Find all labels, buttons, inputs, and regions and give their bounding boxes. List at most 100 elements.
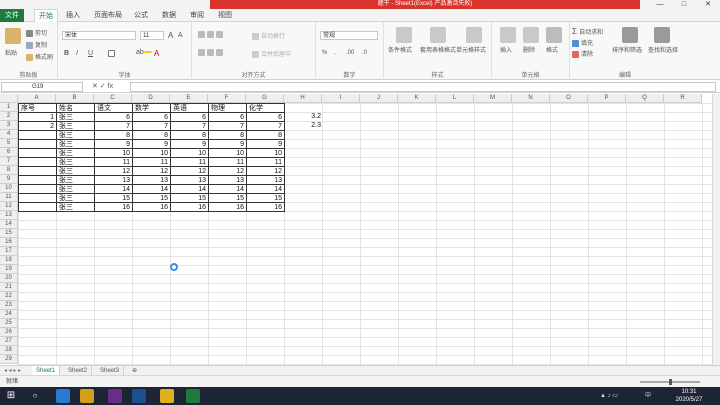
- column-header-k[interactable]: K: [398, 94, 436, 103]
- row-header-9[interactable]: 9: [0, 175, 18, 184]
- column-header-j[interactable]: J: [360, 94, 398, 103]
- merge-center-button[interactable]: 合并后居中: [252, 49, 291, 58]
- column-header-d[interactable]: D: [132, 94, 170, 103]
- cell-f12[interactable]: 16: [208, 202, 247, 212]
- column-header-r[interactable]: R: [664, 94, 702, 103]
- row-header-26[interactable]: 26: [0, 328, 18, 337]
- table-format-button[interactable]: 套用表格格式: [420, 45, 456, 54]
- cell-c12[interactable]: 16: [94, 202, 133, 212]
- row-header-23[interactable]: 23: [0, 301, 18, 310]
- find-select-button[interactable]: 查找和选择: [648, 45, 678, 54]
- clear-button[interactable]: 清除: [572, 49, 593, 58]
- cell-styles-button[interactable]: 单元格样式: [456, 45, 486, 54]
- fill-color-button[interactable]: ab: [136, 49, 154, 56]
- column-header-o[interactable]: O: [550, 94, 588, 103]
- ime-indicator[interactable]: 中: [645, 387, 651, 405]
- cell-d12[interactable]: 16: [132, 202, 171, 212]
- font-color-button[interactable]: A: [154, 49, 159, 58]
- tab-insert[interactable]: 插入: [62, 9, 84, 22]
- zoom-slider-handle[interactable]: [669, 379, 672, 385]
- row-header-22[interactable]: 22: [0, 292, 18, 301]
- row-header-12[interactable]: 12: [0, 202, 18, 211]
- formula-icons[interactable]: ✕ ✓ fx: [92, 82, 113, 92]
- column-header-i[interactable]: I: [322, 94, 360, 103]
- column-header-h[interactable]: H: [284, 94, 322, 103]
- row-header-8[interactable]: 8: [0, 166, 18, 175]
- maximize-button[interactable]: □: [676, 0, 692, 9]
- column-header-m[interactable]: M: [474, 94, 512, 103]
- align-left-button[interactable]: [198, 49, 225, 56]
- photoshop-icon[interactable]: [132, 389, 146, 403]
- decrease-decimal-button[interactable]: .0: [362, 50, 367, 56]
- fill-button[interactable]: 填充: [572, 38, 593, 47]
- cell-area[interactable]: 序号 姓名 语文 数学 英语 物理 化学 1 2 张三 张三 张三 张三 张三 张三 张三 张三 张三 张三 张三 6 7…: [18, 103, 720, 365]
- row-header-25[interactable]: 25: [0, 319, 18, 328]
- bold-button[interactable]: B: [64, 50, 69, 57]
- cell-a12[interactable]: [18, 202, 57, 212]
- clock[interactable]: 10:31 2020/5/27: [668, 388, 710, 404]
- copy-button[interactable]: 复制: [26, 40, 47, 49]
- row-header-7[interactable]: 7: [0, 157, 18, 166]
- comma-button[interactable]: ,: [334, 50, 336, 56]
- cut-button[interactable]: 剪切: [26, 28, 47, 37]
- tab-page-layout[interactable]: 页面布局: [90, 9, 126, 22]
- search-icon[interactable]: ○: [28, 389, 42, 403]
- row-header-20[interactable]: 20: [0, 274, 18, 283]
- format-cells-button[interactable]: 格式: [546, 45, 558, 54]
- tab-data[interactable]: 数据: [158, 9, 180, 22]
- row-header-5[interactable]: 5: [0, 139, 18, 148]
- delete-cells-button[interactable]: 删除: [523, 45, 535, 54]
- formula-input[interactable]: [130, 82, 716, 92]
- row-header-11[interactable]: 11: [0, 193, 18, 202]
- row-header-24[interactable]: 24: [0, 310, 18, 319]
- wrap-text-button[interactable]: 自动换行: [252, 31, 285, 40]
- column-header-l[interactable]: L: [436, 94, 474, 103]
- top-align-button[interactable]: [198, 31, 225, 38]
- cell-g12[interactable]: 16: [246, 202, 285, 212]
- shrink-font-button[interactable]: A: [178, 32, 183, 39]
- paste-button[interactable]: 粘贴: [5, 48, 17, 57]
- column-header-q[interactable]: Q: [626, 94, 664, 103]
- name-box[interactable]: G19: [1, 82, 83, 92]
- row-header-28[interactable]: 28: [0, 346, 18, 355]
- font-name-select[interactable]: 宋体: [62, 31, 136, 40]
- row-header-15[interactable]: 15: [0, 229, 18, 238]
- row-header-27[interactable]: 27: [0, 337, 18, 346]
- minimize-button[interactable]: —: [652, 0, 668, 9]
- start-icon[interactable]: ⊞: [4, 389, 18, 403]
- row-header-6[interactable]: 6: [0, 148, 18, 157]
- cell-h3[interactable]: 2.3: [284, 121, 323, 131]
- insert-cells-button[interactable]: 插入: [500, 45, 512, 54]
- row-header-2[interactable]: 2: [0, 112, 18, 121]
- row-header-19[interactable]: 19: [0, 265, 18, 274]
- sort-filter-button[interactable]: 排序和筛选: [612, 45, 642, 54]
- browser-icon[interactable]: [56, 389, 70, 403]
- row-header-14[interactable]: 14: [0, 220, 18, 229]
- row-header-10[interactable]: 10: [0, 184, 18, 193]
- column-header-c[interactable]: C: [94, 94, 132, 103]
- column-header-n[interactable]: N: [512, 94, 550, 103]
- row-header-4[interactable]: 4: [0, 130, 18, 139]
- autosum-button[interactable]: Σ 自动求和: [572, 27, 603, 36]
- column-header-p[interactable]: P: [588, 94, 626, 103]
- vertical-scrollbar[interactable]: [712, 94, 720, 365]
- row-header-16[interactable]: 16: [0, 238, 18, 247]
- row-header-18[interactable]: 18: [0, 256, 18, 265]
- conditional-format-button[interactable]: 条件格式: [388, 45, 412, 54]
- row-header-3[interactable]: 3: [0, 121, 18, 130]
- column-header-e[interactable]: E: [170, 94, 208, 103]
- cell-b12[interactable]: 张三: [56, 202, 95, 212]
- tab-home[interactable]: 开始: [34, 9, 58, 22]
- borders-button[interactable]: [108, 50, 117, 57]
- chat-icon[interactable]: [160, 389, 174, 403]
- column-header-a[interactable]: A: [18, 94, 56, 103]
- row-header-1[interactable]: 1: [0, 103, 18, 112]
- cell-e12[interactable]: 16: [170, 202, 209, 212]
- close-button[interactable]: ✕: [700, 0, 716, 9]
- tab-view[interactable]: 视图: [214, 9, 236, 22]
- row-header-17[interactable]: 17: [0, 247, 18, 256]
- folder-icon[interactable]: [80, 389, 94, 403]
- column-header-f[interactable]: F: [208, 94, 246, 103]
- number-format-select[interactable]: 常规: [320, 31, 378, 40]
- percent-button[interactable]: %: [322, 50, 327, 56]
